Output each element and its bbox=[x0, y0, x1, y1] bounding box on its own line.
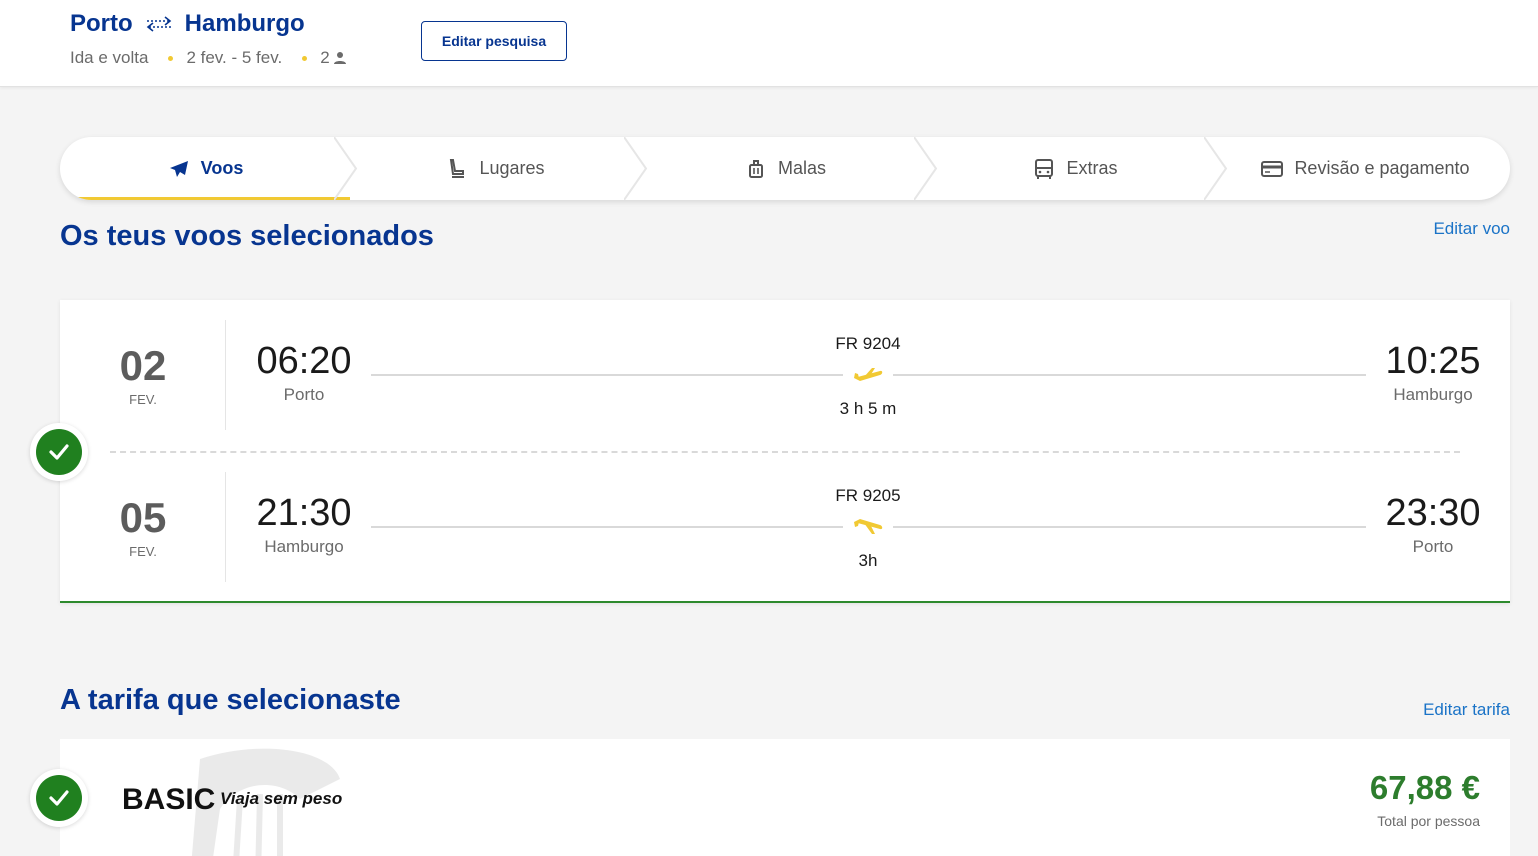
booking-stepper: Voos Lugares Malas Extras Revisão e paga… bbox=[60, 137, 1510, 200]
flight-date: 02 FEV. bbox=[60, 320, 226, 430]
departure-city: Hamburgo bbox=[264, 537, 344, 556]
step-label: Lugares bbox=[479, 158, 545, 178]
trip-meta: Ida e volta 2 fev. - 5 fev. 2 bbox=[70, 48, 347, 68]
flights-section-title: Os teus voos selecionados bbox=[60, 220, 434, 252]
separator-dot bbox=[302, 55, 308, 61]
fare-section-title: A tarifa que selecionaste bbox=[60, 684, 401, 716]
top-bar: Porto Hamburgo Ida e volta 2 fev. - 5 fe… bbox=[0, 0, 1538, 87]
step-malas[interactable]: Malas bbox=[640, 137, 938, 200]
checkmark-icon bbox=[36, 775, 82, 821]
arrival-city: Porto bbox=[1412, 537, 1454, 556]
flight-day: 05 bbox=[119, 494, 167, 541]
departure-block: 06:20 Porto bbox=[224, 340, 384, 405]
selected-flights-card: 02 FEV. 06:20 Porto FR 9204 3 h 5 m 10:2… bbox=[60, 300, 1510, 603]
flight-duration: 3h bbox=[858, 551, 878, 570]
flights-divider bbox=[110, 451, 1460, 453]
round-trip-arrows-icon bbox=[146, 16, 171, 32]
seat-icon bbox=[450, 158, 465, 178]
step-label: Voos bbox=[200, 158, 244, 178]
fare-selected-check bbox=[30, 769, 88, 827]
departing-plane-icon bbox=[854, 368, 883, 381]
edit-flight-link[interactable]: Editar voo bbox=[1433, 219, 1510, 239]
flight-row-return: 05 FEV. 21:30 Hamburgo FR 9205 3h 23:30 … bbox=[60, 472, 1510, 592]
edit-fare-link[interactable]: Editar tarifa bbox=[1423, 700, 1510, 720]
step-label: Malas bbox=[777, 158, 826, 178]
edit-search-button[interactable]: Editar pesquisa bbox=[421, 21, 567, 61]
step-chevron bbox=[624, 137, 648, 200]
selected-fare-card: BASIC Viaja sem peso 67,88 € Total por p… bbox=[60, 739, 1510, 856]
flight-duration: 3 h 5 m bbox=[839, 399, 897, 418]
flight-day: 02 bbox=[119, 342, 167, 389]
separator-dot bbox=[168, 55, 174, 61]
flight-row-outbound: 02 FEV. 06:20 Porto FR 9204 3 h 5 m 10:2… bbox=[60, 320, 1510, 440]
step-label: Revisão e pagamento bbox=[1294, 158, 1470, 178]
landing-plane-icon bbox=[854, 519, 883, 534]
checkmark-icon bbox=[36, 429, 82, 475]
departure-time: 06:20 bbox=[256, 340, 352, 382]
flight-month: FEV. bbox=[129, 392, 157, 407]
fare-price-note: Total por pessoa bbox=[1377, 813, 1480, 829]
step-revisao-pagamento[interactable]: Revisão e pagamento bbox=[1220, 137, 1510, 200]
departure-block: 21:30 Hamburgo bbox=[224, 492, 384, 557]
passenger-count: 2 bbox=[320, 48, 346, 68]
departure-time: 21:30 bbox=[256, 492, 352, 534]
step-chevron bbox=[914, 137, 938, 200]
trip-type: Ida e volta bbox=[70, 48, 149, 67]
arrival-city: Hamburgo bbox=[1393, 385, 1473, 404]
step-voos[interactable]: Voos bbox=[60, 137, 358, 200]
flight-number: FR 9204 bbox=[835, 334, 901, 353]
route-line bbox=[371, 526, 843, 528]
trip-dates: 2 fev. - 5 fev. bbox=[186, 48, 283, 67]
arrival-block: 23:30 Porto bbox=[1353, 492, 1513, 557]
card-icon bbox=[1261, 160, 1284, 177]
step-chevron bbox=[1204, 137, 1228, 200]
step-chevron bbox=[334, 137, 358, 200]
origin-city: Porto bbox=[70, 10, 133, 37]
fare-price: 67,88 € bbox=[1369, 769, 1480, 806]
arrival-time: 10:25 bbox=[1385, 340, 1481, 382]
luggage-icon bbox=[748, 159, 763, 178]
flight-number: FR 9205 bbox=[835, 486, 901, 505]
fare-name: BASIC bbox=[122, 783, 216, 816]
person-icon bbox=[333, 52, 346, 64]
step-label: Extras bbox=[1066, 158, 1118, 178]
flight-date: 05 FEV. bbox=[60, 472, 226, 582]
flights-selected-check bbox=[30, 423, 88, 481]
passenger-count-value: 2 bbox=[320, 48, 330, 67]
arrival-time: 23:30 bbox=[1385, 492, 1481, 534]
route-line bbox=[371, 374, 843, 376]
route-line bbox=[893, 526, 1366, 528]
bus-icon bbox=[1035, 158, 1054, 179]
step-lugares[interactable]: Lugares bbox=[350, 137, 648, 200]
departure-city: Porto bbox=[283, 385, 325, 404]
arrival-block: 10:25 Hamburgo bbox=[1353, 340, 1513, 405]
flight-month: FEV. bbox=[129, 544, 157, 559]
plane-icon bbox=[169, 160, 188, 177]
fare-tagline: Viaja sem peso bbox=[220, 789, 343, 808]
destination-city: Hamburgo bbox=[184, 10, 305, 37]
route-title: Porto Hamburgo bbox=[70, 10, 305, 38]
step-extras[interactable]: Extras bbox=[930, 137, 1228, 200]
route-line bbox=[893, 374, 1366, 376]
